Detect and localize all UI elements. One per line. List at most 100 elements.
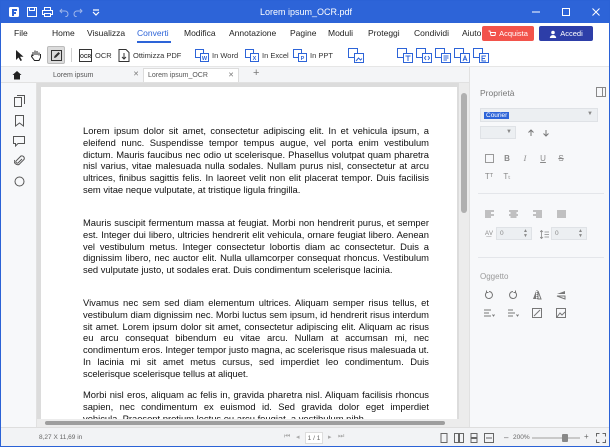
align-center-icon[interactable] [507,208,519,220]
font-size-select[interactable]: ▼ [480,126,516,139]
tab-close-icon[interactable]: ✕ [133,70,139,78]
italic-icon[interactable]: I [519,152,531,164]
line-spacing-input[interactable]: 0 ▲ ▼ [551,227,587,240]
optimize-pdf-button[interactable]: Ottimizza PDF [118,46,181,64]
edit-tool-button[interactable] [47,46,65,64]
word-convert-icon: W [195,48,209,62]
font-select[interactable]: Courier ▼ [480,108,598,122]
comment-icon[interactable] [11,133,27,149]
pencil-edit-icon [50,49,62,61]
menu-pagine[interactable]: Pagine [290,28,316,38]
select-tool-button[interactable] [15,46,25,64]
zoom-out-button[interactable]: – [504,433,508,442]
two-page-view-icon[interactable] [454,433,464,443]
login-button[interactable]: Accedi [539,26,593,41]
previous-page-icon[interactable]: ◂ [296,433,300,441]
tab-lorem-ipsum-ocr[interactable]: Lorem ipsum_OCR ✕ [143,68,239,82]
zoom-in-button[interactable]: + [584,432,589,441]
increase-size-icon[interactable] [525,127,537,139]
image-convert-icon [348,47,364,63]
zoom-slider[interactable] [532,434,580,442]
single-page-view-icon[interactable] [439,433,449,443]
distribute-objects-icon[interactable] [507,307,519,319]
to-text-button[interactable] [397,46,413,64]
menu-moduli[interactable]: Moduli [328,28,353,38]
document-paragraph[interactable]: Vivamus nec sem sed diam elementum ultri… [83,297,429,380]
document-viewport[interactable]: Lorem ipsum dolor sit amet, consectetur … [37,83,469,427]
home-icon[interactable] [11,69,23,81]
page-indicator[interactable]: 1 / 1 [305,432,323,444]
to-pdfa-button[interactable] [454,46,470,64]
menu-proteggi[interactable]: Proteggi [368,28,400,38]
ocr-button[interactable]: OCR OCR [79,46,112,64]
superscript-icon[interactable]: Tᵀ [483,170,495,182]
to-html-button[interactable] [416,46,432,64]
ocr-label: OCR [95,50,112,60]
crop-icon[interactable] [531,307,543,319]
horizontal-scrollbar[interactable] [37,419,459,427]
rotate-left-icon[interactable] [483,289,495,301]
flip-horizontal-icon[interactable] [531,289,543,301]
menu-condividi[interactable]: Condividi [414,28,449,38]
to-rtf-button[interactable] [435,46,451,64]
align-left-icon[interactable] [483,208,495,220]
replace-image-icon[interactable] [555,307,567,319]
minimize-button[interactable] [521,1,551,23]
align-objects-icon[interactable] [483,307,495,319]
to-excel-label: In Excel [262,50,289,60]
decrease-size-icon[interactable] [540,127,552,139]
tab-lorem-ipsum[interactable]: Lorem ipsum ✕ [47,68,143,82]
horizontal-scroll-thumb[interactable] [45,421,445,425]
rotate-right-icon[interactable] [507,289,519,301]
document-paragraph[interactable]: Mauris suscipit fermentum massa at feugi… [83,217,429,276]
justify-icon[interactable] [555,208,567,220]
fit-width-icon[interactable] [484,433,494,443]
fullscreen-icon[interactable] [596,433,606,443]
zoom-slider-handle[interactable] [562,434,568,442]
menu-home[interactable]: Home [52,28,75,38]
menu-file[interactable]: File [14,28,28,38]
to-excel-button[interactable]: X In Excel [245,46,289,64]
vertical-scroll-thumb[interactable] [461,93,467,213]
tab-close-icon[interactable]: ✕ [228,71,234,79]
underline-icon[interactable]: U [537,152,549,164]
next-page-icon[interactable]: ▸ [328,433,332,441]
new-tab-icon[interactable]: + [253,67,259,79]
char-spacing-input[interactable]: 0 ▲ ▼ [496,227,532,240]
menu-modifica[interactable]: Modifica [184,28,216,38]
close-button[interactable] [581,1,609,23]
document-paragraph[interactable]: Lorem ipsum dolor sit amet, consectetur … [83,125,429,196]
to-ppt-button[interactable]: P In PPT [293,46,333,64]
thumbnails-icon[interactable] [11,93,27,109]
flip-vertical-icon[interactable] [555,289,567,301]
zoom-level[interactable]: 200% [513,434,530,441]
strikethrough-icon[interactable]: S [555,152,567,164]
panel-collapse-icon[interactable] [596,87,606,97]
buy-button[interactable]: Acquista [482,26,534,41]
html-convert-icon [416,47,432,63]
subscript-icon[interactable]: Tₜ [501,170,513,182]
last-page-icon[interactable]: ⏭ [338,433,344,441]
attachment-icon[interactable] [11,153,27,169]
align-right-icon[interactable] [531,208,543,220]
user-icon [550,30,557,38]
search-icon[interactable] [11,173,27,189]
to-word-button[interactable]: W In Word [195,46,238,64]
buy-button-label: Acquista [499,29,528,38]
menu-annotazione[interactable]: Annotazione [229,28,276,38]
maximize-button[interactable] [551,1,581,23]
first-page-icon[interactable]: ⏮ [284,433,290,441]
text-color-icon[interactable] [483,152,495,164]
bookmark-icon[interactable] [11,113,27,129]
pdf-page[interactable]: Lorem ipsum dolor sit amet, consectetur … [41,87,457,427]
menu-aiuto[interactable]: Aiuto [462,28,481,38]
menu-visualizza[interactable]: Visualizza [87,28,125,38]
menu-converti[interactable]: Converti [137,28,169,38]
bold-icon[interactable]: B [501,152,513,164]
ocr-icon: OCR [79,48,92,62]
scroll-view-icon[interactable] [469,433,479,443]
to-epub-button[interactable] [473,46,489,64]
vertical-scrollbar[interactable] [459,83,469,427]
to-image-button[interactable] [348,46,364,64]
hand-tool-button[interactable] [30,46,43,64]
